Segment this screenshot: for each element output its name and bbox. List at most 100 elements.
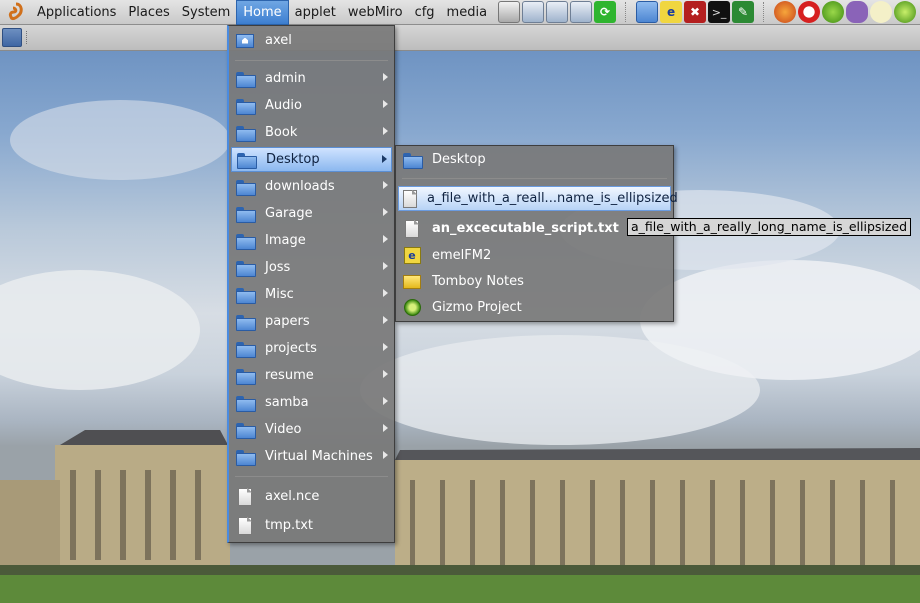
system-menu[interactable]: System [176,0,236,25]
menu-item-folder[interactable]: Audio [231,93,392,118]
folder-icon [235,232,256,250]
emelfm2-icon: e [402,247,422,265]
menu-item-label: Desktop [432,152,486,167]
menu-item-folder[interactable]: Virtual Machines [231,444,392,469]
submenu-arrow-icon [383,127,388,135]
menu-item-folder[interactable]: Image [231,228,392,253]
editor-icon[interactable]: ✎ [732,1,755,23]
home-folder-icon[interactable] [636,1,659,23]
apple-icon[interactable] [822,1,845,23]
firefox-icon[interactable] [774,1,797,23]
document-icon [235,487,255,506]
submenu-arrow-icon [383,181,388,189]
folder-icon [235,178,256,196]
menu-item-folder[interactable]: papers [231,309,392,334]
drive-icon[interactable] [498,1,521,23]
menu-item-label: Tomboy Notes [432,274,524,289]
menu-item-label: papers [265,314,310,329]
menu-item-label: Book [265,125,298,140]
menu-separator [402,178,667,179]
folder-icon [235,124,256,142]
folder-icon [235,286,256,304]
terminal-icon[interactable]: >_ [708,1,731,23]
red-app-icon[interactable]: ✖ [684,1,707,23]
submenu-arrow-icon [382,155,387,163]
media-menu[interactable]: media [441,0,494,25]
top-panel: Applications Places System Home applet w… [0,0,920,25]
submenu-arrow-icon [383,100,388,108]
folder-icon [235,313,256,331]
menu-item-label: Gizmo Project [432,300,522,315]
panel-separator [625,2,627,22]
menu-item-label: Video [265,422,302,437]
menu-item-folder[interactable]: Book [231,120,392,145]
menu-item-label: Image [265,233,306,248]
menu-item-home[interactable]: axel [231,28,392,53]
pidgin-icon[interactable] [846,1,869,23]
menu-item-label: Audio [265,98,302,113]
applications-menu[interactable]: Applications [31,0,122,25]
submenu-arrow-icon [383,343,388,351]
panel-separator-2 [763,2,765,22]
menu-item-label: admin [265,71,306,86]
places-menu[interactable]: Places [122,0,175,25]
submenu-arrow-icon [383,262,388,270]
menu-item-label: downloads [265,179,335,194]
folder-icon [402,151,423,169]
menu-item-folder[interactable]: samba [231,390,392,415]
menu-item-folder[interactable]: Joss [231,255,392,280]
network-drive-2-icon[interactable] [546,1,569,23]
menu-item-label: emelFM2 [432,248,492,263]
submenu-arrow-icon [383,424,388,432]
chat-bubble-icon[interactable] [870,1,893,23]
show-desktop-icon[interactable] [2,28,22,47]
menu-item-folder[interactable]: Garage [231,201,392,226]
menu-item-label: tmp.txt [265,518,314,533]
gizmo-launcher-icon[interactable] [894,1,917,23]
menu-item-file[interactable]: axel.nce [231,484,392,509]
submenu-arrow-icon [383,397,388,405]
menu-item-app[interactable]: Tomboy Notes [398,269,671,294]
document-icon [402,219,422,238]
menu-item-label: Desktop [266,152,320,167]
menu-item-folder[interactable]: Misc [231,282,392,307]
folder-icon [235,394,256,412]
emelfm2-launcher-icon[interactable]: e [660,1,683,23]
menu-item-label: an_excecutable_script.txt [432,221,619,236]
menu-item-open-desktop[interactable]: Desktop [398,147,671,172]
menu-item-folder-selected[interactable]: Desktop [231,147,392,172]
menu-item-label: Garage [265,206,313,221]
webmiro-menu[interactable]: webMiro [342,0,409,25]
home-dropdown-menu: axel admin Audio Book Desktop downloads … [227,25,395,543]
menu-item-label: axel.nce [265,489,320,504]
folder-icon [235,259,256,277]
menu-item-folder[interactable]: projects [231,336,392,361]
menu-separator [235,60,388,61]
menu-item-label: projects [265,341,317,356]
gnome-foot-icon[interactable] [5,1,27,23]
menu-item-folder[interactable]: downloads [231,174,392,199]
cfg-menu[interactable]: cfg [409,0,441,25]
menu-item-label: samba [265,395,309,410]
submenu-arrow-icon [383,316,388,324]
menu-item-app[interactable]: Gizmo Project [398,295,671,320]
document-icon [235,516,255,535]
launcher-group: ⟳ e ✖ >_ ✎ [497,1,917,23]
menu-item-file-hovered[interactable]: a_file_with_a_reall...name_is_ellipsized [398,186,678,211]
menu-item-folder[interactable]: Video [231,417,392,442]
folder-icon [235,97,256,115]
home-menu[interactable]: Home [236,0,289,25]
menu-item-file[interactable]: tmp.txt [231,513,392,538]
submenu-arrow-icon [383,451,388,459]
submenu-arrow-icon [383,208,388,216]
opera-icon[interactable] [798,1,821,23]
applet-menu[interactable]: applet [289,0,342,25]
menu-item-folder[interactable]: resume [231,363,392,388]
refresh-icon[interactable]: ⟳ [594,1,617,23]
network-drive-icon[interactable] [522,1,545,23]
menu-item-folder[interactable]: admin [231,66,392,91]
network-drive-3-icon[interactable] [570,1,593,23]
panel-grip[interactable] [26,31,29,44]
menu-item-app[interactable]: e emelFM2 [398,243,671,268]
folder-icon [235,421,256,439]
